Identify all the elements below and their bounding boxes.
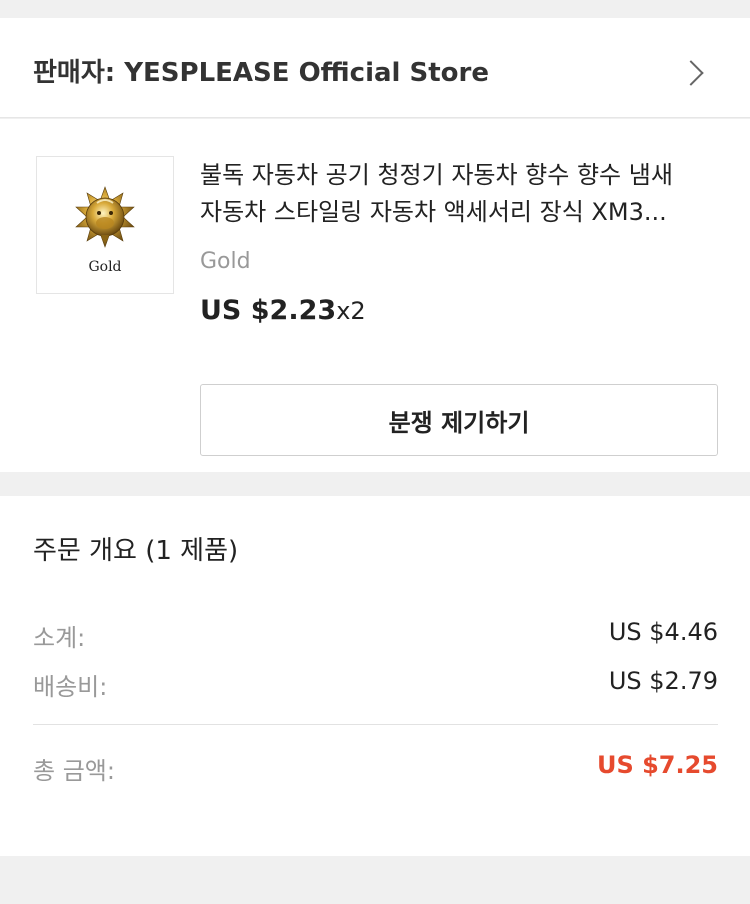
subtotal-value: US $4.46 [608,618,718,646]
product-title[interactable]: 불독 자동차 공기 청정기 자동차 향수 향수 냄새 자동차 스타일링 자동차 … [200,157,720,231]
subtotal-row: 소계: US $4.46 [33,618,718,652]
quantity: x2 [336,297,366,325]
product-title-line-1: 불독 자동차 공기 청정기 자동차 향수 향수 냄새 [200,161,673,189]
product-card: Gold 불독 자동차 공기 청정기 자동차 향수 향수 냄새 자동차 스타일링… [0,119,750,472]
seller-row[interactable]: 판매자: YESPLEASE Official Store [0,18,750,118]
thumbnail-caption: Gold [88,259,122,275]
total-row: 총 금액: US $7.25 [33,751,718,785]
shipping-value: US $2.79 [608,667,718,695]
product-variant: Gold [200,249,251,274]
chevron-right-icon[interactable] [678,60,704,86]
subtotal-label: 소계: [33,624,86,652]
shipping-row: 배송비: US $2.79 [33,667,718,701]
total-value: US $7.25 [596,751,718,779]
product-thumbnail[interactable]: Gold [36,156,174,294]
seller-name: 판매자: YESPLEASE Official Store [33,58,489,88]
shipping-label: 배송비: [33,673,108,701]
order-summary-title: 주문 개요 (1 제품) [33,536,239,566]
order-detail-page: 판매자: YESPLEASE Official Store Gold 불독 자동… [0,0,750,904]
order-summary-card: 주문 개요 (1 제품) 소계: US $4.46 배송비: US $2.79 … [0,496,750,856]
total-label: 총 금액: [33,757,115,785]
open-dispute-button[interactable]: 분쟁 제기하기 [200,384,718,456]
price-row: US $2.23x2 [200,295,366,326]
product-title-line-2: 자동차 스타일링 자동차 액세서리 장식 XM3... [200,198,667,226]
summary-divider [33,724,718,725]
unit-price: US $2.23 [200,295,337,326]
